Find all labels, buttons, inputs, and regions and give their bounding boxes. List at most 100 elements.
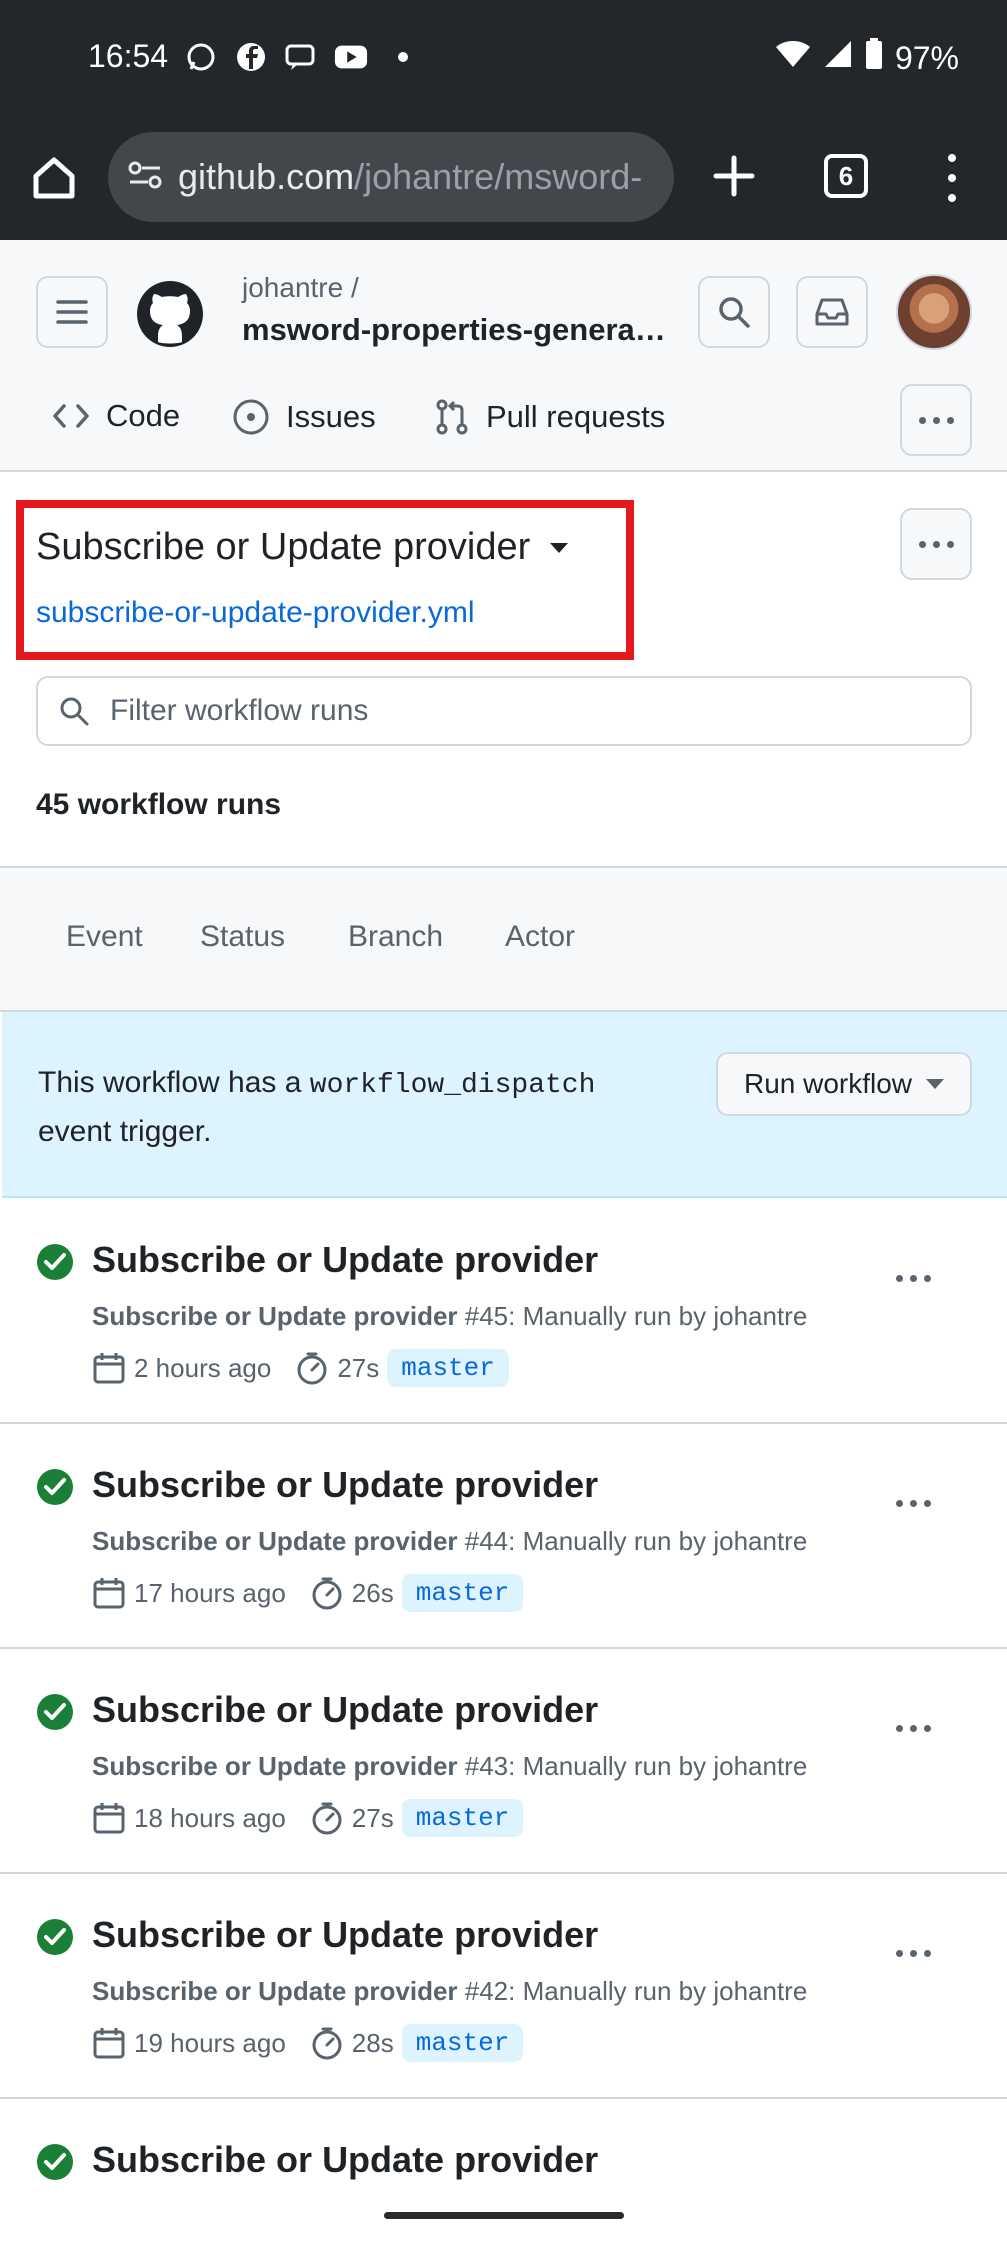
- run-branch-badge[interactable]: master: [401, 2024, 524, 2062]
- run-title[interactable]: Subscribe or Update provider: [92, 1464, 598, 1506]
- tab-code-label: Code: [106, 398, 181, 433]
- dispatch-text-before: This workflow has a: [38, 1066, 310, 1099]
- tab-pull-requests[interactable]: Pull requests: [434, 398, 665, 436]
- github-logo-icon[interactable]: [136, 280, 204, 348]
- filter-branch[interactable]: Branch: [348, 920, 443, 954]
- tab-code[interactable]: Code: [52, 398, 180, 434]
- run-duration-group: 28s: [310, 2026, 394, 2060]
- run-workflow-name: Subscribe or Update provider: [92, 1301, 458, 1331]
- inbox-icon: [815, 298, 849, 326]
- workflow-run-row[interactable]: Subscribe or Update provider Subscribe o…: [0, 1199, 1007, 1424]
- battery-icon: [865, 38, 883, 78]
- url-host: github.com: [178, 156, 355, 197]
- run-more-button[interactable]: [896, 1500, 931, 1507]
- workflow-file-link[interactable]: subscribe-or-update-provider.yml: [36, 596, 475, 630]
- new-tab-icon[interactable]: [712, 154, 756, 198]
- workflow-more-button[interactable]: [900, 508, 972, 580]
- run-title[interactable]: Subscribe or Update provider: [92, 1689, 598, 1731]
- hamburger-icon: [56, 300, 88, 324]
- battery-level: 97%: [894, 39, 959, 76]
- calendar-icon: [93, 1578, 125, 1609]
- browser-menu-icon[interactable]: [940, 154, 964, 202]
- triangle-down-icon: [550, 542, 569, 553]
- site-settings-icon[interactable]: [128, 160, 162, 195]
- run-more-button[interactable]: [896, 1950, 931, 1957]
- run-detail: #45: Manually run by johantre: [457, 1301, 808, 1331]
- stopwatch-icon: [297, 1352, 327, 1385]
- search-button[interactable]: [698, 276, 770, 348]
- nav-more-button[interactable]: [900, 384, 972, 456]
- workflow-title-text: Subscribe or Update provider: [36, 526, 531, 568]
- search-icon: [60, 697, 89, 726]
- run-more-button[interactable]: [896, 1725, 931, 1732]
- url-text: github.com/johantre/msword-: [178, 156, 642, 198]
- dispatch-code: workflow_dispatch: [309, 1070, 596, 1101]
- run-duration: 28s: [351, 2027, 394, 2058]
- run-title[interactable]: Subscribe or Update provider: [92, 1239, 598, 1281]
- tab-switcher-button[interactable]: 6: [824, 154, 868, 198]
- repo-owner-link[interactable]: johantre /: [242, 272, 359, 304]
- run-workflow-name: Subscribe or Update provider: [92, 1751, 458, 1781]
- dispatch-banner: This workflow has a workflow_dispatcheve…: [2, 1012, 1007, 1198]
- run-duration: 26s: [351, 1577, 394, 1608]
- run-workflow-name: Subscribe or Update provider: [92, 1976, 458, 2006]
- home-icon[interactable]: [30, 154, 78, 202]
- run-duration: 27s: [337, 1352, 380, 1383]
- tab-issues[interactable]: Issues: [232, 398, 376, 436]
- run-description: Subscribe or Update provider #45: Manual…: [92, 1301, 807, 1332]
- run-workflow-label: Run workflow: [743, 1068, 913, 1099]
- run-meta: 2 hours ago 27s master: [92, 1349, 509, 1387]
- run-branch-badge[interactable]: master: [401, 1574, 524, 1612]
- run-detail: #42: Manually run by johantre: [457, 1976, 808, 2006]
- run-filters-bar: Event Status Branch Actor: [0, 866, 1007, 1012]
- run-time: 18 hours ago: [134, 1802, 286, 1833]
- run-duration-group: 27s: [295, 1351, 379, 1385]
- dispatch-text-after: event trigger.: [38, 1115, 212, 1148]
- status-bar: 16:54 97%: [0, 0, 1007, 118]
- run-workflow-button[interactable]: Run workflow: [716, 1052, 972, 1116]
- issue-icon: [233, 399, 269, 435]
- run-branch-badge[interactable]: master: [401, 1799, 524, 1837]
- search-icon: [719, 297, 750, 328]
- filter-status[interactable]: Status: [200, 920, 285, 954]
- facebook-icon: [234, 40, 268, 74]
- inbox-button[interactable]: [796, 276, 868, 348]
- url-path: /johantre/msword-: [354, 156, 643, 197]
- run-branch-badge[interactable]: master: [387, 1349, 509, 1387]
- check-circle-icon: [37, 1694, 73, 1730]
- code-icon: [53, 404, 89, 428]
- signal-icon: [823, 39, 853, 77]
- calendar-icon: [93, 1803, 125, 1834]
- run-meta: 17 hours ago 26s master: [92, 1574, 524, 1612]
- run-detail: #44: Manually run by johantre: [457, 1526, 808, 1556]
- filter-actor[interactable]: Actor: [505, 920, 575, 954]
- more-icon: [896, 1725, 931, 1732]
- workflow-run-row[interactable]: Subscribe or Update provider Subscribe o…: [0, 1424, 1007, 1649]
- stopwatch-icon: [312, 2027, 342, 2060]
- calendar-icon: [93, 2028, 125, 2059]
- run-time: 2 hours ago: [134, 1352, 272, 1383]
- workflow-run-row[interactable]: Subscribe or Update provider Subscribe o…: [0, 1874, 1007, 2099]
- check-circle-icon: [37, 1469, 73, 1505]
- run-description: Subscribe or Update provider #42: Manual…: [92, 1976, 807, 2007]
- user-avatar[interactable]: [896, 274, 972, 350]
- browser-toolbar: github.com/johantre/msword- 6: [0, 118, 1007, 240]
- workflow-run-row[interactable]: Subscribe or Update provider: [0, 2099, 1007, 2243]
- address-bar[interactable]: github.com/johantre/msword-: [108, 132, 674, 222]
- run-title[interactable]: Subscribe or Update provider: [92, 1914, 598, 1956]
- filter-runs-input[interactable]: [110, 694, 930, 728]
- workflow-run-count: 45 workflow runs: [36, 788, 282, 821]
- filter-event[interactable]: Event: [66, 920, 143, 954]
- check-circle-icon: [37, 1919, 73, 1955]
- status-right: 97%: [775, 38, 959, 78]
- workflow-title[interactable]: Subscribe or Update provider: [36, 526, 569, 569]
- run-meta: 19 hours ago 28s master: [92, 2024, 524, 2062]
- run-detail: #43: Manually run by johantre: [457, 1751, 808, 1781]
- run-more-button[interactable]: [896, 1275, 931, 1282]
- hamburger-menu-button[interactable]: [36, 276, 108, 348]
- run-title[interactable]: Subscribe or Update provider: [92, 2139, 598, 2181]
- workflow-run-row[interactable]: Subscribe or Update provider Subscribe o…: [0, 1649, 1007, 1874]
- repo-name-link[interactable]: msword-properties-genera…: [242, 312, 666, 348]
- check-circle-icon: [37, 2144, 73, 2180]
- more-icon: [918, 540, 954, 548]
